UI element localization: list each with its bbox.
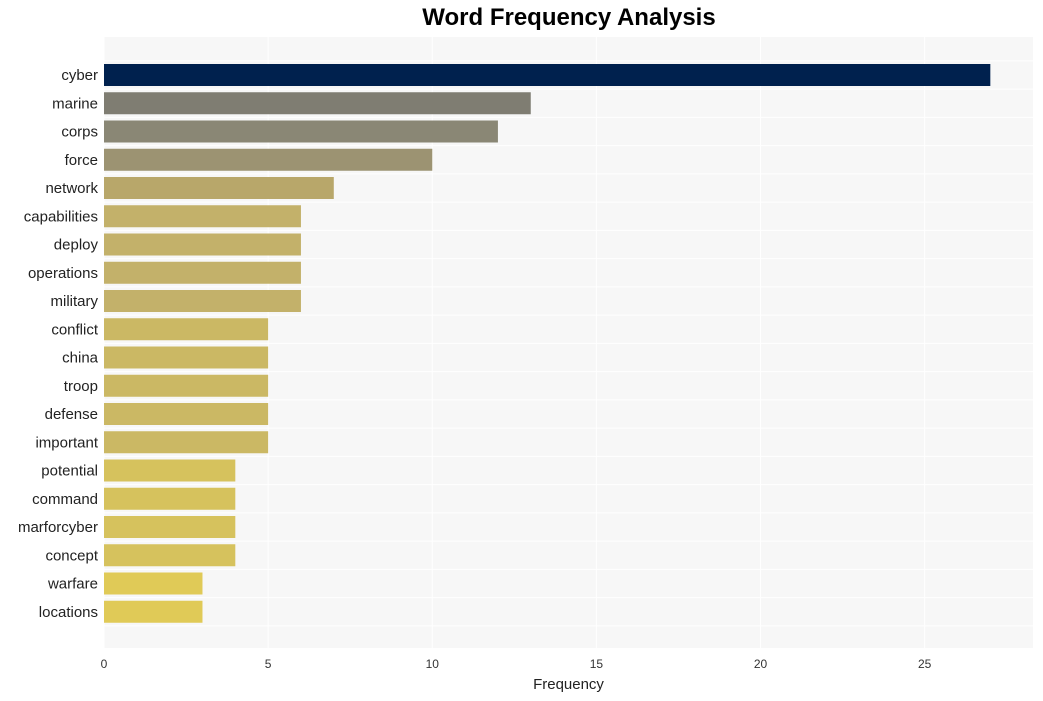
bar-command (104, 487, 236, 510)
category-label: conflict (51, 321, 99, 338)
bar-operations (104, 261, 301, 284)
category-label: capabilities (24, 208, 98, 225)
x-tick-label: 20 (754, 657, 768, 671)
x-tick-label: 25 (918, 657, 932, 671)
category-label: troop (64, 378, 98, 395)
bar-capabilities (104, 205, 301, 228)
category-label: force (65, 152, 98, 169)
category-label: locations (39, 604, 98, 621)
x-tick-label: 5 (265, 657, 272, 671)
category-label: operations (28, 265, 98, 282)
bar-warfare (104, 572, 203, 595)
bar-conflict (104, 318, 269, 341)
bar-china (104, 346, 269, 369)
bar-defense (104, 403, 269, 425)
category-label: important (35, 434, 98, 451)
x-tick-label: 0 (101, 657, 108, 671)
category-label: marforcyber (18, 519, 98, 536)
bar-potential (104, 459, 236, 482)
category-label: corps (61, 124, 98, 141)
bar-marine (104, 92, 531, 115)
bar-marforcyber (104, 516, 236, 538)
bar-troop (104, 374, 269, 397)
category-label: potential (41, 463, 98, 480)
bar-military (104, 290, 301, 312)
bar-corps (104, 120, 498, 143)
bar-chart: cyber marine corps force network capabilities… (18, 37, 1033, 693)
category-label: military (51, 293, 99, 310)
bar-force (104, 148, 433, 171)
bar-deploy (104, 233, 301, 256)
category-label: concept (45, 547, 98, 564)
bar-concept (104, 544, 236, 567)
category-label: deploy (54, 237, 99, 254)
bar-network (104, 177, 334, 199)
bar-locations (104, 600, 203, 623)
bar-cyber (104, 64, 991, 86)
category-labels: cyber marine corps force network capabilities… (18, 67, 99, 621)
category-label: command (32, 491, 98, 508)
category-label: network (45, 180, 98, 197)
x-tick-label: 10 (426, 657, 440, 671)
x-tick-labels: 0 5 10 15 20 25 (101, 657, 932, 671)
category-label: china (62, 350, 99, 367)
category-label: warfare (47, 576, 98, 593)
bar-important (104, 431, 269, 454)
category-label: cyber (61, 67, 98, 84)
x-tick-label: 15 (590, 657, 604, 671)
x-axis-title: Frequency (533, 676, 604, 693)
category-label: marine (52, 95, 98, 112)
category-label: defense (45, 406, 98, 423)
